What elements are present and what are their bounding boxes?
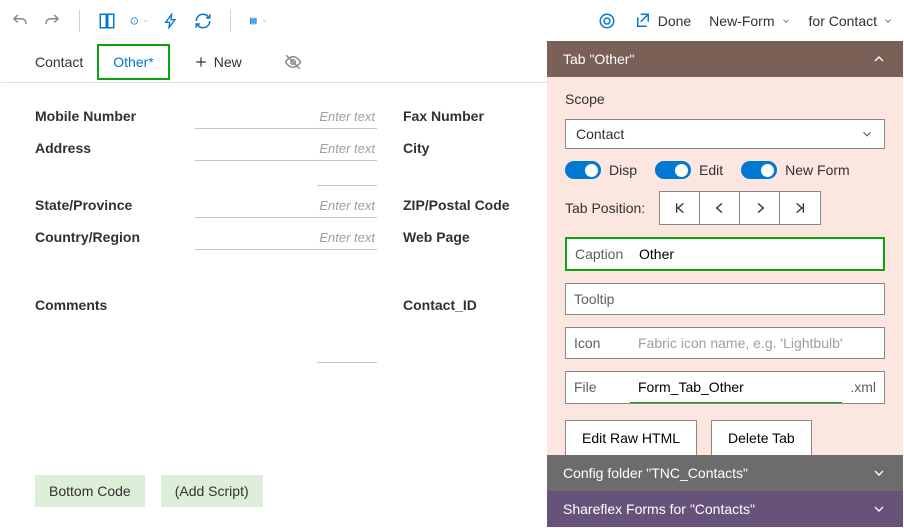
- nav-prev-icon[interactable]: [700, 192, 740, 224]
- label-contactid: Contact_ID: [403, 295, 553, 313]
- icon-input[interactable]: [630, 328, 884, 358]
- label-webpage: Web Page: [403, 227, 553, 245]
- toggle-edit[interactable]: [655, 161, 691, 179]
- acc-tab-other-label: Tab "Other": [563, 51, 634, 67]
- acc-tab-other[interactable]: Tab "Other": [547, 41, 903, 77]
- tab-position-label: Tab Position:: [565, 200, 645, 216]
- info-dropdown-icon[interactable]: [130, 12, 148, 30]
- chevron-down-icon: [871, 465, 887, 481]
- acc-config-folder[interactable]: Config folder "TNC_Contacts": [547, 455, 903, 491]
- chevron-down-icon: [871, 501, 887, 517]
- nav-first-icon[interactable]: [660, 192, 700, 224]
- label-mobile: Mobile Number: [35, 106, 185, 124]
- forcontact-label: for Contact: [809, 13, 877, 29]
- toggle-newform[interactable]: [741, 161, 777, 179]
- acc-config-label: Config folder "TNC_Contacts": [563, 465, 748, 481]
- edit-raw-html-button[interactable]: Edit Raw HTML: [565, 420, 697, 455]
- delete-tab-button[interactable]: Delete Tab: [711, 420, 812, 455]
- chevron-up-icon: [871, 51, 887, 67]
- caption-row: Caption: [565, 237, 885, 271]
- tab-contact[interactable]: Contact: [21, 46, 97, 78]
- file-row: File .xml: [565, 371, 885, 404]
- input-state[interactable]: [195, 194, 377, 218]
- newform-label: New-Form: [709, 13, 774, 29]
- input-country[interactable]: [195, 226, 377, 250]
- label-zip: ZIP/Postal Code: [403, 195, 553, 213]
- scope-select[interactable]: Contact: [565, 119, 885, 149]
- label-state: State/Province: [35, 195, 185, 213]
- target-icon[interactable]: [598, 12, 616, 30]
- input-mobile[interactable]: [195, 105, 377, 129]
- tab-position-nav: [659, 191, 821, 225]
- label-fax: Fax Number: [403, 106, 553, 124]
- caption-label: Caption: [567, 239, 631, 269]
- tooltip-row: Tooltip: [565, 283, 885, 315]
- tab-new-label: New: [214, 54, 242, 70]
- label-country: Country/Region: [35, 227, 185, 245]
- file-ext: .xml: [842, 372, 884, 403]
- label-address: Address: [35, 138, 185, 156]
- icon-label: Icon: [566, 328, 630, 358]
- toggle-disp-label: Disp: [609, 162, 637, 178]
- layout-icon[interactable]: [98, 12, 116, 30]
- export-icon: [634, 12, 652, 30]
- undo-icon[interactable]: [11, 12, 29, 30]
- caption-input[interactable]: [631, 239, 883, 269]
- lightning-icon[interactable]: [162, 12, 180, 30]
- tooltip-input[interactable]: [630, 284, 884, 314]
- refresh-icon[interactable]: [194, 12, 212, 30]
- add-script-button[interactable]: (Add Script): [161, 475, 263, 507]
- tab-other[interactable]: Other*: [97, 44, 169, 80]
- redo-icon[interactable]: [43, 12, 61, 30]
- newform-dropdown[interactable]: New-Form: [709, 13, 790, 29]
- form-tabs: Contact Other* New: [1, 41, 547, 83]
- tab-settings-panel: Scope Contact Disp Edit New Form Tab Pos…: [547, 77, 903, 455]
- file-label: File: [566, 372, 630, 403]
- scope-label: Scope: [565, 91, 885, 107]
- icon-row: Icon: [565, 327, 885, 359]
- tab-hidden-icon[interactable]: [270, 45, 316, 79]
- acc-shareflex-label: Shareflex Forms for "Contacts": [563, 501, 755, 517]
- list-dropdown-icon[interactable]: [249, 12, 267, 30]
- nav-next-icon[interactable]: [740, 192, 780, 224]
- label-city: City: [403, 138, 553, 156]
- tab-new[interactable]: New: [180, 46, 256, 78]
- toggle-newform-label: New Form: [785, 162, 850, 178]
- bottom-code-button[interactable]: Bottom Code: [35, 475, 145, 507]
- form-grid: Mobile Number Fax Number Address City: [1, 83, 547, 461]
- scope-value: Contact: [576, 126, 624, 142]
- done-button[interactable]: Done: [634, 12, 691, 30]
- nav-last-icon[interactable]: [780, 192, 820, 224]
- label-comments: Comments: [35, 295, 185, 313]
- file-input[interactable]: [630, 372, 842, 403]
- acc-shareflex-forms[interactable]: Shareflex Forms for "Contacts": [547, 491, 903, 527]
- done-label: Done: [658, 13, 691, 29]
- toggle-disp[interactable]: [565, 161, 601, 179]
- plus-icon: [194, 55, 208, 69]
- chevron-down-icon: [860, 127, 874, 141]
- tooltip-label: Tooltip: [566, 284, 630, 314]
- toggle-edit-label: Edit: [699, 162, 723, 178]
- input-address[interactable]: [195, 137, 377, 161]
- top-toolbar: Done New-Form for Contact: [1, 1, 903, 41]
- forcontact-dropdown[interactable]: for Contact: [809, 13, 893, 29]
